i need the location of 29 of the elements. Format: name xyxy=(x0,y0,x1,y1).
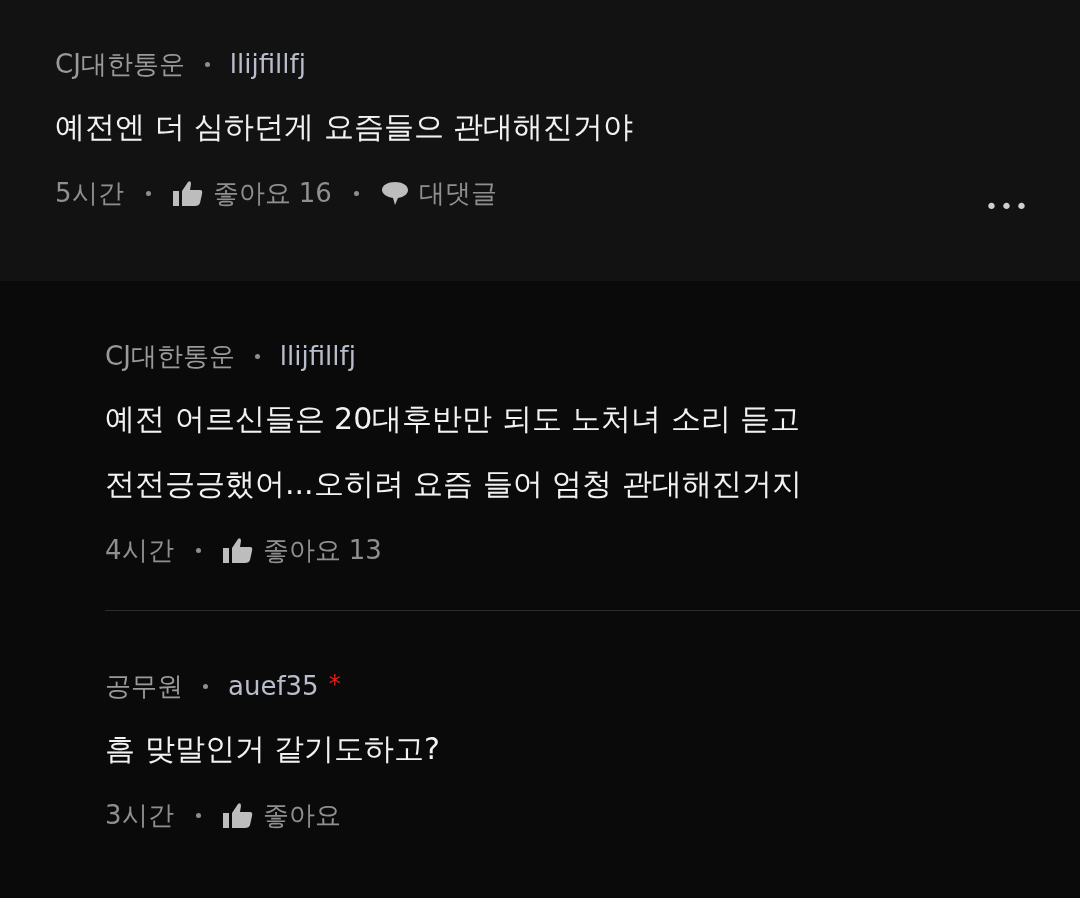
comment-time: 5시간 xyxy=(55,176,124,210)
more-button[interactable]: ••• xyxy=(985,190,1030,223)
thumbs-up-icon xyxy=(222,537,253,563)
comment-text: 예전엔 더 심하던게 요즘들으 관대해진거야 xyxy=(55,108,635,146)
like-button[interactable]: 좋아요 16 xyxy=(172,173,332,213)
separator-dot xyxy=(145,190,151,196)
separator-dot xyxy=(254,353,260,359)
author-name: CJ대한통운 xyxy=(105,339,235,373)
reply-button[interactable]: 대댓글 xyxy=(380,173,497,213)
thumbs-up-icon xyxy=(222,802,253,828)
reply-text: 흠 맞말인거 같기도하고? xyxy=(105,730,441,768)
separator-dot xyxy=(195,812,201,818)
author-name: CJ대한통운 xyxy=(55,47,185,81)
separator-dot xyxy=(353,190,359,196)
comment-time: 3시간 xyxy=(105,798,174,832)
author-name: 공무원 xyxy=(105,669,183,703)
separator-dot xyxy=(204,61,210,67)
separator-dot xyxy=(195,547,201,553)
user-id: llijfillfj xyxy=(229,47,306,81)
like-button[interactable]: 좋아요 xyxy=(222,795,341,835)
separator-dot xyxy=(203,683,208,689)
speech-bubble-icon xyxy=(380,180,409,206)
like-button[interactable]: 좋아요 13 xyxy=(222,530,382,570)
reply-text: 예전 어르신들은 20대후반만 되도 노처녀 소리 듣고 전전긍긍했어...오히려 요즘 들어 엄청 관대해진거지 xyxy=(105,400,803,503)
flag-mark: * xyxy=(328,669,341,700)
user-id: llijfillfj xyxy=(279,339,356,373)
thumbs-up-icon xyxy=(172,180,203,206)
user-id: auef35 xyxy=(228,669,319,703)
comment-time: 4시간 xyxy=(105,533,174,567)
